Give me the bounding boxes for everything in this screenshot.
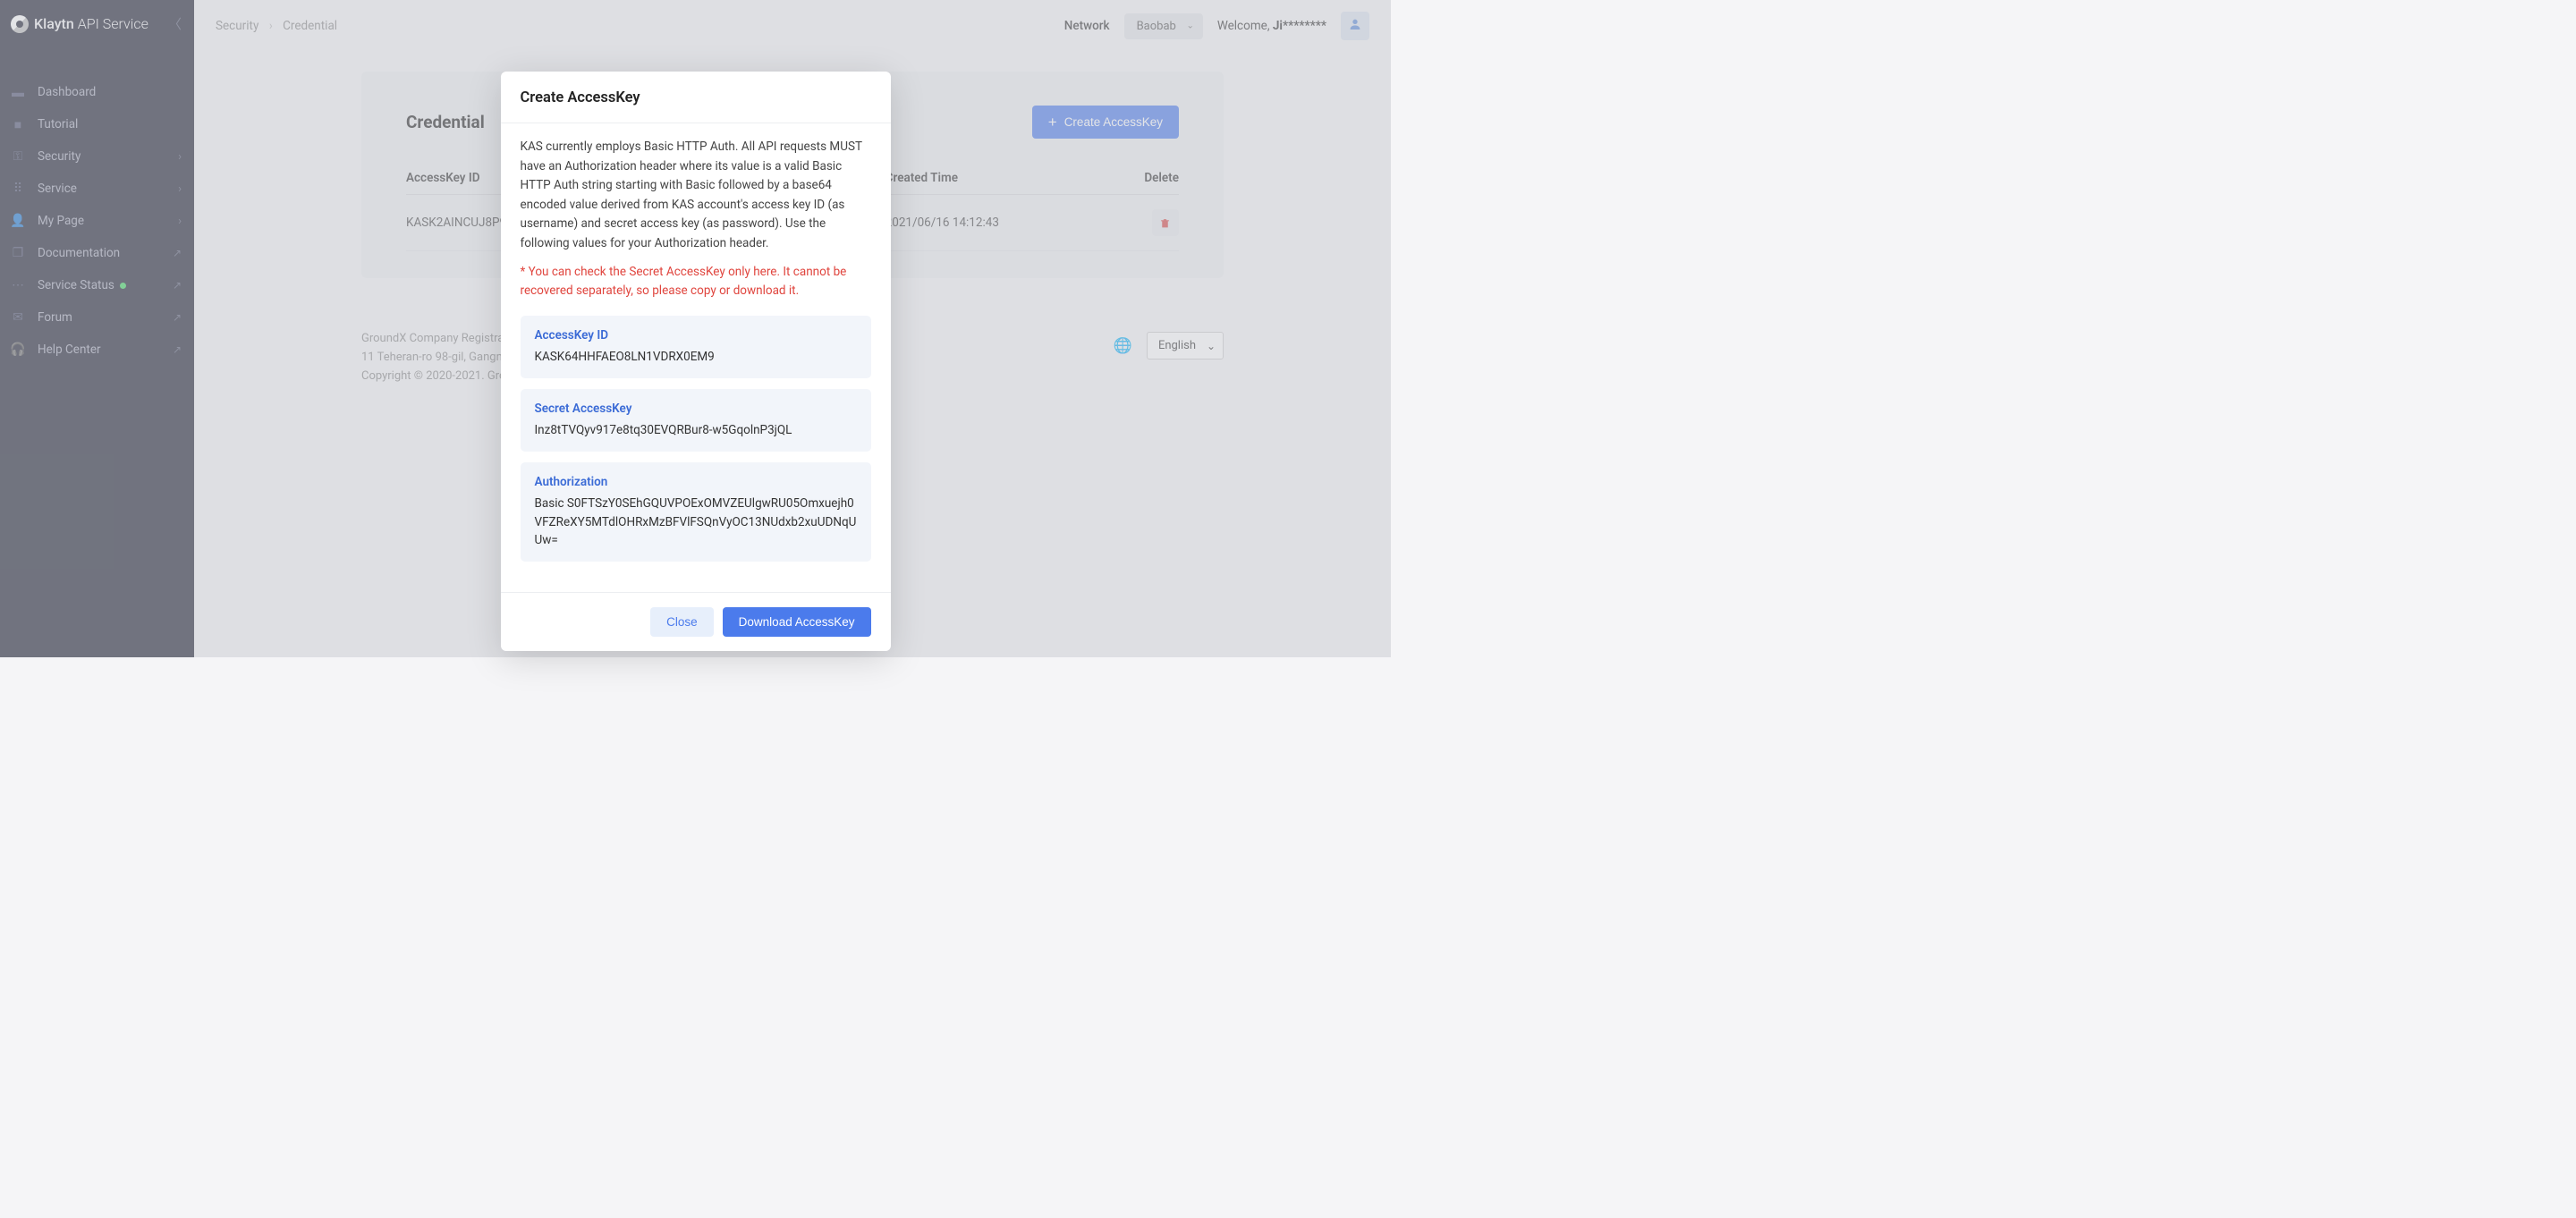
modal-title: Create AccessKey — [521, 89, 871, 106]
download-accesskey-button[interactable]: Download AccessKey — [723, 607, 871, 637]
modal-header: Create AccessKey — [501, 72, 891, 123]
secret-accesskey-box: Secret AccessKey Inz8tTVQyv917e8tq30EVQR… — [521, 389, 871, 452]
secret-accesskey-value: Inz8tTVQyv917e8tq30EVQRBur8-w5GqolnP3jQL — [535, 421, 857, 439]
close-button[interactable]: Close — [650, 607, 714, 637]
info-label: Secret AccessKey — [535, 402, 857, 416]
info-label: Authorization — [535, 475, 857, 489]
modal-description: KAS currently employs Basic HTTP Auth. A… — [521, 138, 871, 254]
accesskey-id-value: KASK64HHFAEO8LN1VDRX0EM9 — [535, 348, 857, 366]
info-label: AccessKey ID — [535, 328, 857, 343]
authorization-value: Basic S0FTSzY0SEhGQUVPOExOMVZEUlgwRU05Om… — [535, 495, 857, 549]
modal-warning: * You can check the Secret AccessKey onl… — [521, 263, 871, 301]
authorization-box: Authorization Basic S0FTSzY0SEhGQUVPOExO… — [521, 462, 871, 562]
accesskey-id-box: AccessKey ID KASK64HHFAEO8LN1VDRX0EM9 — [521, 316, 871, 378]
modal-footer: Close Download AccessKey — [501, 592, 891, 651]
modal-body: KAS currently employs Basic HTTP Auth. A… — [501, 123, 891, 592]
create-accesskey-modal: Create AccessKey KAS currently employs B… — [501, 72, 891, 651]
